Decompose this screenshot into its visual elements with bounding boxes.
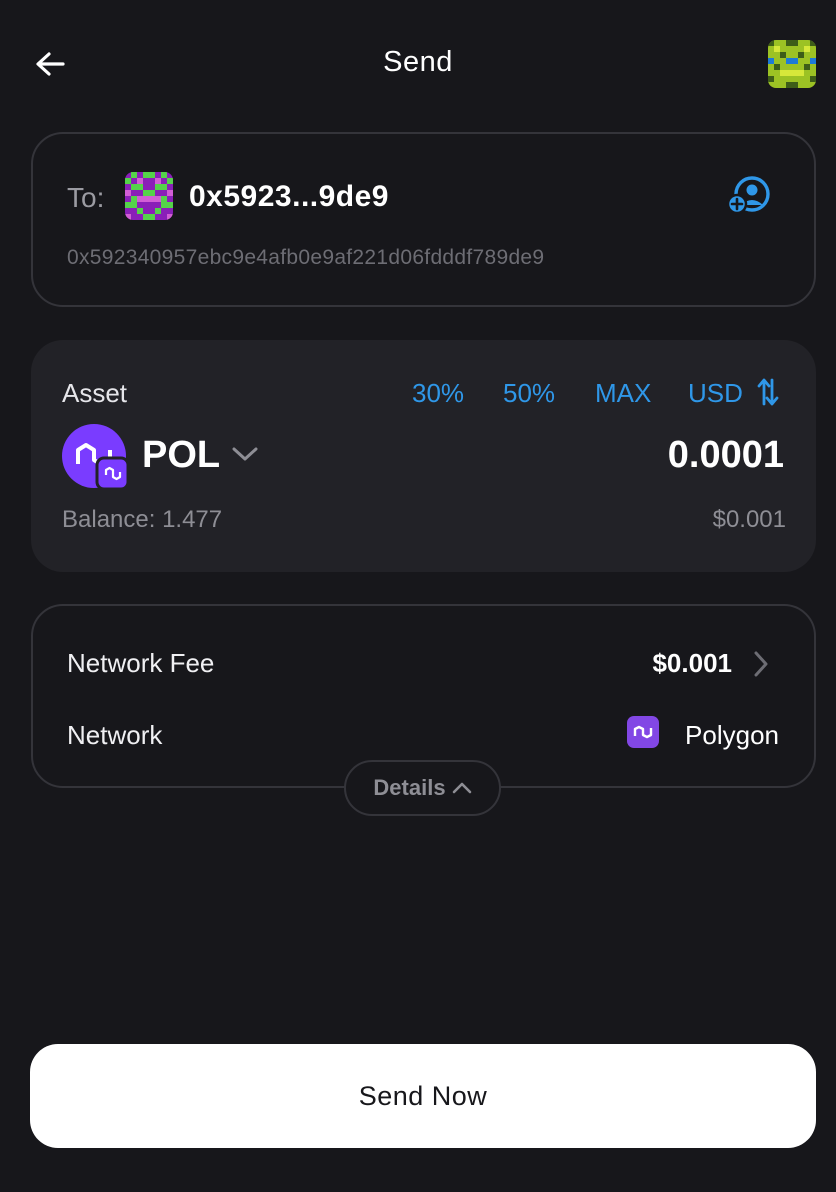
details-button[interactable]: Details [344,760,501,816]
pol-token-icon [62,424,130,491]
asset-label: Asset [62,378,128,408]
polygon-network-icon [627,716,659,748]
usd-value-text: $0.001 [712,506,786,533]
chevron-down-icon[interactable] [231,444,259,464]
asset-card: Asset 30% 50% MAX USD POL Balance: 1.477… [31,340,816,572]
header: Send [0,0,836,130]
add-contact-button[interactable] [726,176,772,218]
network-label: Network [67,720,163,750]
send-now-label: Send Now [358,1080,488,1111]
recipient-card: To: 0x5923...9de9 0x592340957ebc9e4afb0e… [31,132,816,307]
amount-input[interactable] [544,434,784,477]
recipient-full-address: 0x592340957ebc9e4afb0e9af221d06fdddf789d… [67,246,545,269]
network-fee-label: Network Fee [67,648,215,678]
quick-amount-30-button[interactable]: 30% [412,378,464,409]
chevron-right-icon[interactable] [752,650,770,678]
chevron-up-icon [452,782,471,794]
token-selector[interactable]: POL [142,434,220,477]
network-value: Polygon [685,720,779,750]
page-title: Send [383,46,453,78]
swap-arrows-icon[interactable] [757,376,779,408]
quick-amount-max-button[interactable]: MAX [595,378,651,409]
currency-toggle-button[interactable]: USD [688,378,743,409]
to-label: To: [67,182,105,213]
network-fee-value[interactable]: $0.001 [652,648,732,679]
quick-amount-50-button[interactable]: 50% [503,378,555,409]
add-contact-icon [726,176,770,215]
recipient-avatar-icon [125,172,173,220]
send-now-button[interactable]: Send Now [30,1044,816,1148]
account-avatar-icon[interactable] [768,40,816,88]
details-label: Details [373,775,446,800]
recipient-short-address: 0x5923...9de9 [189,180,389,213]
balance-text: Balance: 1.477 [62,506,223,533]
